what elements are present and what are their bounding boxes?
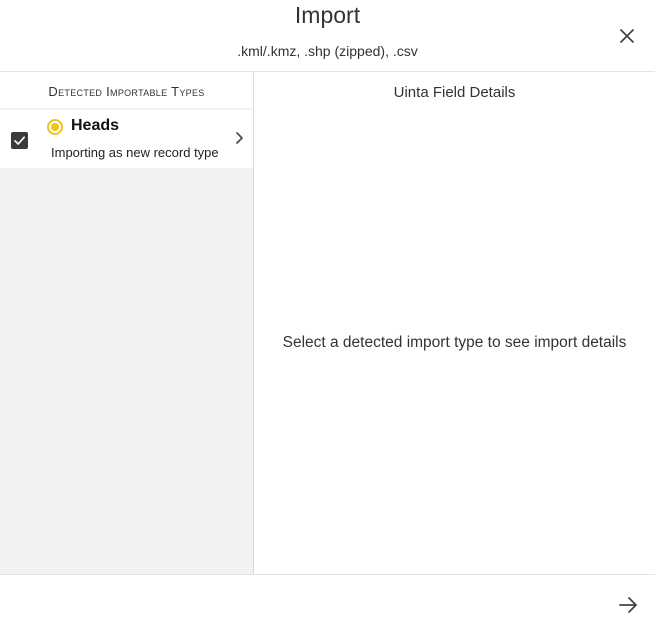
checkbox-checked-icon[interactable] xyxy=(11,132,28,149)
dialog-header: Import .kml/.kmz, .shp (zipped), .csv xyxy=(0,0,655,72)
field-details-placeholder: Select a detected import type to see imp… xyxy=(282,334,627,351)
dialog-footer xyxy=(0,574,655,630)
field-details-panel: Uinta Field Details Select a detected im… xyxy=(254,72,655,574)
close-icon[interactable] xyxy=(617,26,637,46)
supported-formats-text: .kml/.kmz, .shp (zipped), .csv xyxy=(237,43,418,59)
chevron-right-icon[interactable] xyxy=(234,131,246,145)
detected-types-heading: Detected Importable Types xyxy=(0,72,253,108)
import-dialog: Import .kml/.kmz, .shp (zipped), .csv De… xyxy=(0,0,655,630)
dialog-title: Import xyxy=(294,2,361,28)
arrow-right-icon[interactable] xyxy=(617,595,639,615)
detected-type-name: Heads xyxy=(71,117,120,134)
dialog-body: Detected Importable Types Heads Importin… xyxy=(0,72,655,574)
status-dot-icon xyxy=(47,119,63,135)
detected-type-description: Importing as new record type xyxy=(51,145,219,160)
detected-type-item-heads[interactable]: Heads Importing as new record type xyxy=(0,110,253,168)
field-details-title: Uinta Field Details xyxy=(393,84,516,101)
detected-types-panel: Detected Importable Types Heads Importin… xyxy=(0,72,254,574)
